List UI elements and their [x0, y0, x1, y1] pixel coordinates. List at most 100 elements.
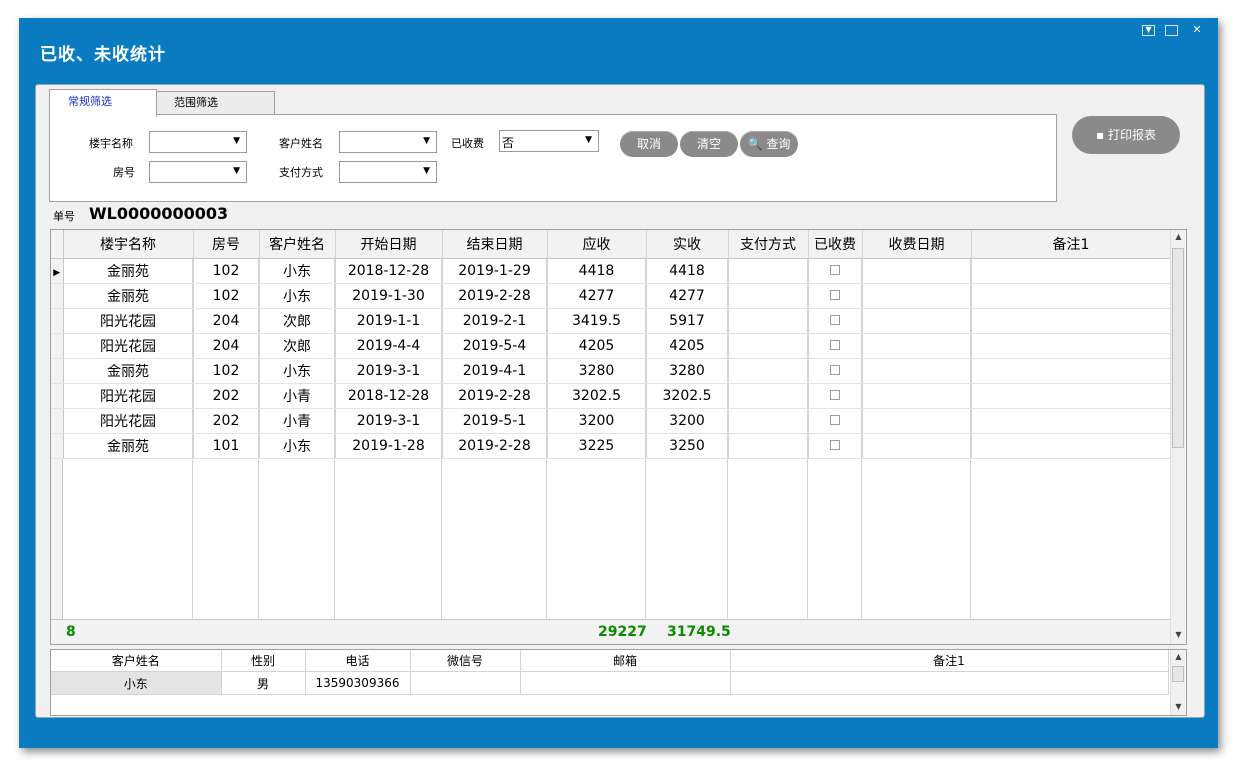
grid-cell[interactable]: 102: [193, 283, 260, 309]
grid-cell[interactable]: 3280: [547, 358, 647, 384]
received-checkbox-cell[interactable]: [808, 358, 863, 384]
grid-cell[interactable]: 阳光花园: [63, 308, 194, 334]
tab-normal-filter[interactable]: 常规筛选: [49, 89, 157, 117]
grid-cell[interactable]: 4205: [547, 333, 647, 359]
grid-cell[interactable]: 3200: [646, 408, 729, 434]
grid-cell[interactable]: 204: [193, 308, 260, 334]
grid-cell[interactable]: [971, 333, 1172, 359]
grid-cell[interactable]: 2019-1-1: [335, 308, 443, 334]
row-header[interactable]: [51, 358, 64, 384]
grid-cell[interactable]: [728, 358, 809, 384]
grid-cell[interactable]: 3280: [646, 358, 729, 384]
maximize-icon[interactable]: [1165, 25, 1178, 36]
received-checkbox[interactable]: [830, 265, 840, 275]
grid-cell[interactable]: 202: [193, 408, 260, 434]
print-report-button[interactable]: ▪ 打印报表: [1072, 116, 1180, 154]
grid-cell[interactable]: 2019-4-1: [442, 358, 548, 384]
grid-cell[interactable]: [971, 383, 1172, 409]
row-header[interactable]: [51, 333, 64, 359]
grid-cell[interactable]: 阳光花园: [63, 383, 194, 409]
grid-cell[interactable]: 3200: [547, 408, 647, 434]
grid-cell[interactable]: 2019-3-1: [335, 408, 443, 434]
grid-cell[interactable]: 阳光花园: [63, 408, 194, 434]
grid-cell[interactable]: 2019-2-28: [442, 283, 548, 309]
payment-combo[interactable]: ▼: [339, 161, 437, 183]
grid-cell[interactable]: [862, 283, 972, 309]
room-combo[interactable]: ▼: [149, 161, 247, 183]
received-checkbox[interactable]: [830, 440, 840, 450]
column-header[interactable]: 楼宇名称: [63, 230, 194, 259]
grid-cell[interactable]: 3250: [646, 433, 729, 459]
grid-cell[interactable]: 小青: [259, 408, 336, 434]
received-checkbox-cell[interactable]: [808, 308, 863, 334]
tab-range-filter[interactable]: 范围筛选: [155, 91, 275, 114]
grid-cell[interactable]: 204: [193, 333, 260, 359]
cancel-button[interactable]: 取消: [620, 131, 678, 157]
grid-cell[interactable]: [728, 408, 809, 434]
grid-cell[interactable]: 102: [193, 358, 260, 384]
received-checkbox-cell[interactable]: [808, 258, 863, 284]
row-header[interactable]: [51, 308, 64, 334]
column-header[interactable]: 电话: [305, 650, 411, 672]
table-row[interactable]: 阳光花园 204 次郎 2019-4-4 2019-5-4 4205 4205: [51, 333, 1172, 359]
row-header[interactable]: [51, 433, 64, 459]
grid-cell[interactable]: 金丽苑: [63, 283, 194, 309]
table-row[interactable]: 小东 男 13590309366: [51, 671, 1169, 695]
clear-button[interactable]: 清空: [680, 131, 738, 157]
column-header[interactable]: 性别: [221, 650, 306, 672]
grid-cell[interactable]: 3202.5: [646, 383, 729, 409]
grid-cell[interactable]: 3202.5: [547, 383, 647, 409]
grid-cell[interactable]: 3225: [547, 433, 647, 459]
received-checkbox-cell[interactable]: [808, 283, 863, 309]
received-checkbox[interactable]: [830, 365, 840, 375]
column-header[interactable]: 结束日期: [442, 230, 548, 259]
row-header[interactable]: [51, 283, 64, 309]
grid-cell[interactable]: 金丽苑: [63, 258, 194, 284]
grid-cell[interactable]: 次郎: [259, 333, 336, 359]
column-header[interactable]: 收费日期: [862, 230, 972, 259]
grid-cell[interactable]: 金丽苑: [63, 433, 194, 459]
table-row[interactable]: 金丽苑 102 小东 2019-1-30 2019-2-28 4277 4277: [51, 283, 1172, 309]
grid-cell[interactable]: [728, 283, 809, 309]
grid-cell[interactable]: [862, 258, 972, 284]
grid-cell[interactable]: 小青: [259, 383, 336, 409]
scroll-down-icon[interactable]: ▼: [1171, 702, 1186, 711]
column-header[interactable]: 客户姓名: [259, 230, 336, 259]
grid-cell[interactable]: 2019-5-4: [442, 333, 548, 359]
grid-cell[interactable]: 3419.5: [547, 308, 647, 334]
column-header[interactable]: 客户姓名: [51, 650, 222, 672]
table-row[interactable]: ▶ 金丽苑 102 小东 2018-12-28 2019-1-29 4418 4418: [51, 258, 1172, 284]
building-combo[interactable]: ▼: [149, 131, 247, 153]
table-row[interactable]: 阳光花园 204 次郎 2019-1-1 2019-2-1 3419.5 5917: [51, 308, 1172, 334]
column-header[interactable]: 应收: [547, 230, 647, 259]
grid-cell[interactable]: 小东: [259, 283, 336, 309]
column-header[interactable]: 邮箱: [520, 650, 731, 672]
grid-cell[interactable]: [862, 408, 972, 434]
received-checkbox[interactable]: [830, 290, 840, 300]
grid-cell[interactable]: [728, 433, 809, 459]
grid-cell[interactable]: 金丽苑: [63, 358, 194, 384]
grid-cell[interactable]: 102: [193, 258, 260, 284]
received-combo[interactable]: 否 ▼: [499, 130, 599, 152]
row-header[interactable]: ▶: [51, 258, 64, 284]
detail-wechat[interactable]: [410, 671, 521, 695]
column-header[interactable]: 备注1: [971, 230, 1172, 259]
received-checkbox-cell[interactable]: [808, 408, 863, 434]
grid-cell[interactable]: [862, 358, 972, 384]
grid-cell[interactable]: 小东: [259, 433, 336, 459]
column-header[interactable]: 备注1: [730, 650, 1169, 672]
grid-cell[interactable]: 2018-12-28: [335, 258, 443, 284]
grid-cell[interactable]: 2019-2-28: [442, 383, 548, 409]
detail-email[interactable]: [520, 671, 731, 695]
grid-cell[interactable]: 2019-1-29: [442, 258, 548, 284]
grid-cell[interactable]: 小东: [259, 358, 336, 384]
customer-combo[interactable]: ▼: [339, 131, 437, 153]
column-header[interactable]: 实收: [646, 230, 729, 259]
grid-cell[interactable]: [971, 308, 1172, 334]
column-header[interactable]: 微信号: [410, 650, 521, 672]
grid-cell[interactable]: 2019-2-1: [442, 308, 548, 334]
grid-cell[interactable]: [728, 333, 809, 359]
grid-cell[interactable]: [971, 258, 1172, 284]
scroll-down-icon[interactable]: ▼: [1171, 630, 1186, 639]
grid-cell[interactable]: 202: [193, 383, 260, 409]
